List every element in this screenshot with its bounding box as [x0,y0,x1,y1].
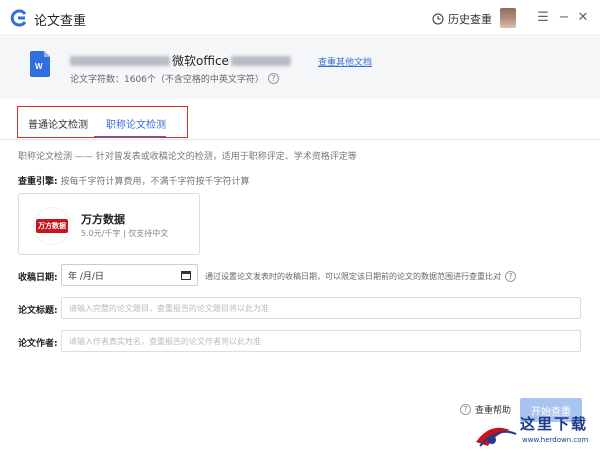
title-bar: 论文查重 历史查重 ☰ − ✕ [0,0,600,36]
paper-author-placeholder: 请输入作者真实姓名，查重报告的论文作者将以此为准 [69,336,261,346]
redacted-text [230,55,291,66]
minimize-icon[interactable]: − [557,10,571,25]
hamburger-icon[interactable]: ☰ [536,10,550,25]
received-date-input[interactable]: 年 /月/日 [61,264,198,286]
author-label: 论文作者: [18,339,58,349]
engine-price: 5.0元/千字 | 仅支持中文 [81,229,169,238]
highlight-annotation-box [17,106,188,138]
document-title-text: 微软office [172,54,229,68]
app-title: 论文查重 [34,14,87,29]
calendar-icon[interactable] [181,270,191,280]
redacted-text [70,55,170,66]
document-title: 微软office [70,52,291,69]
watermark-url: www.herdown.com [522,436,589,444]
engine-card-wanfang[interactable]: 万方数据 万方数据 5.0元/千字 | 仅支持中文 [18,193,200,255]
avatar[interactable] [500,8,516,28]
word-count-text: 论文字符数：1606个（不含空格的中英文字符） [70,75,264,85]
paper-author-input[interactable]: 请输入作者真实姓名，查重报告的论文作者将以此为准 [61,330,581,352]
date-value: 年 /月/日 [68,271,104,282]
word-count: 论文字符数：1606个（不含空格的中英文字符） ? [70,72,279,85]
wanfang-logo-text: 万方数据 [36,219,68,233]
engine-name: 万方数据 [81,213,125,226]
date-label: 收稿日期: [18,273,58,283]
engine-note: 按每千字符计算费用，不满千字符按千字符计算 [60,177,250,187]
watermark-text: 这里下载 [520,415,589,433]
check-other-document-link[interactable]: 查重其他文档 [318,55,372,68]
app-logo-icon [10,9,27,27]
wanfang-logo: 万方数据 [33,207,71,245]
date-note-text: 通过设置论文发表时的收稿日期，可以限定该日期前的论文的数据范围进行查重比对 [205,272,501,281]
title-label: 论文标题: [18,306,58,316]
word-document-icon: W [30,51,50,77]
history-label: 历史查重 [448,13,492,26]
clock-icon [432,13,444,25]
detection-description: 职称论文检测 —— 针对曾发表或收稿论文的检测，适用于职称评定、学术资格评定等 [18,152,357,162]
svg-text:W: W [35,62,43,71]
help-icon[interactable]: ? [505,271,516,282]
history-button[interactable]: 历史查重 [432,11,492,27]
close-icon[interactable]: ✕ [576,10,590,25]
date-note: 通过设置论文发表时的收稿日期，可以限定该日期前的论文的数据范围进行查重比对 ? [205,271,516,282]
help-icon[interactable]: ? [267,73,279,84]
engine-label-row: 查重引擎: 按每千字符计算费用，不满千字符按千字符计算 [18,174,250,187]
engine-label: 查重引擎: [18,177,58,187]
paper-title-placeholder: 请输入完整的论文题目，查重报告的论文题目将以此为准 [69,303,269,313]
paper-title-input[interactable]: 请输入完整的论文题目，查重报告的论文题目将以此为准 [61,297,581,319]
